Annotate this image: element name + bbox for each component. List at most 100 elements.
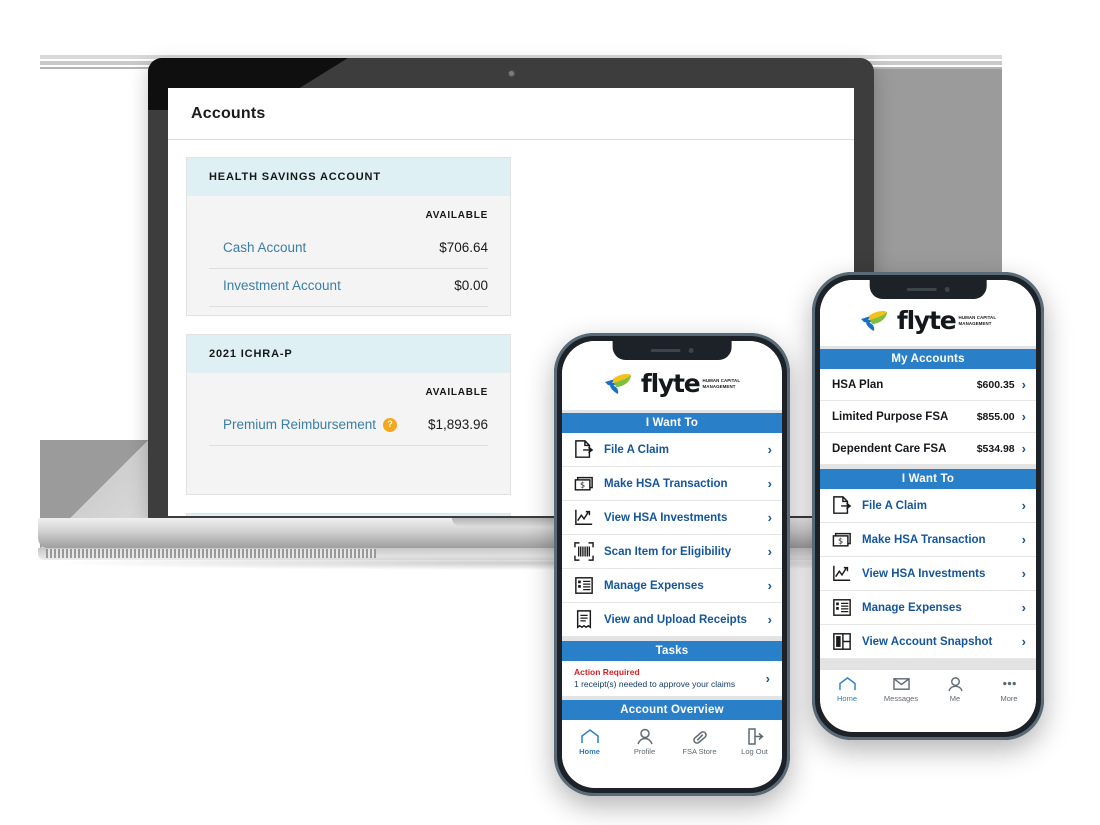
tab-log-out[interactable]: Log Out [727,728,782,756]
speaker-icon [906,288,937,291]
section-header-account-overview: Account Overview [562,700,782,720]
account-row[interactable]: Investment Account $0.00 [209,269,488,307]
money-bill-icon: $ [574,474,594,493]
front-camera-icon [688,348,694,353]
phone-right-notch [869,280,987,299]
help-icon[interactable]: ? [383,417,398,432]
chevron-right-icon: › [767,476,772,491]
menu-item-file-a-claim[interactable]: File A Claim › [820,489,1036,523]
accounts-page-header: Accounts [168,88,854,140]
account-card-title: HEALTH SAVINGS ACCOUNT [209,171,381,183]
account-name-link[interactable]: Investment Account [209,278,341,293]
menu-item-label: Scan Item for Eligibility [604,545,732,558]
tab-label: FSA Store [682,747,717,756]
person-icon [947,677,963,692]
account-card-title: 2021 ICHRA-P [209,348,293,360]
tab-profile[interactable]: Profile [617,728,672,756]
account-amount: $0.00 [454,278,488,293]
account-card-fsa[interactable]: 2021 FSA AVAILABLE Limited Health FSA ? … [186,513,511,516]
tab-more[interactable]: More [982,676,1036,703]
line-chart-icon [574,508,594,527]
phone-right: flyte HUMAN CAPITAL MANAGEMENT My Accoun… [812,272,1044,740]
account-row[interactable]: Cash Account $706.64 [209,231,488,269]
divider [820,659,1036,669]
account-list-item[interactable]: HSA Plan $600.35 › [820,369,1036,401]
laptop-webcam-icon [508,70,515,77]
receipt-icon [574,610,594,629]
account-name-link[interactable]: Premium Reimbursement ? [209,417,398,432]
menu-item-scan-item-for-eligibility[interactable]: Scan Item for Eligibility › [562,535,782,569]
pill-icon [692,731,707,744]
account-name-link[interactable]: Cash Account [209,240,306,255]
chevron-right-icon: › [765,670,770,686]
svg-text:$: $ [580,480,585,490]
menu-item-make-hsa-transaction[interactable]: $ Make HSA Transaction › [562,467,782,501]
hummingbird-logo-icon [860,310,887,331]
chevron-right-icon: › [1021,377,1026,392]
account-amount: $534.98 [976,442,1015,455]
menu-item-manage-expenses[interactable]: Manage Expenses › [820,591,1036,625]
menu-item-view-and-upload-receipts[interactable]: View and Upload Receipts › [562,603,782,637]
account-name: Limited Purpose FSA [832,410,949,423]
tab-label: Home [579,747,600,756]
file-claim-icon [574,440,594,459]
phone-right-tabbar: Home Messages Me More [820,669,1036,712]
tab-label: Me [949,694,961,703]
chevron-right-icon: › [767,442,772,457]
logo-tagline-line1: HUMAN CAPITAL [958,315,997,320]
section-header-tasks: Tasks [562,641,782,661]
section-header-i-want-to: I Want To [562,413,782,433]
ellipsis-icon [1002,681,1016,686]
menu-item-view-account-snapshot[interactable]: View Account Snapshot › [820,625,1036,659]
menu-item-label: Manage Expenses [604,579,704,592]
home-icon [838,677,856,691]
svg-text:$: $ [838,536,843,546]
tab-label: Log Out [741,747,768,756]
account-list-item[interactable]: Dependent Care FSA $534.98 › [820,433,1036,465]
account-row[interactable]: Premium Reimbursement ? $1,893.96 [209,408,488,446]
account-amount: $1,893.96 [427,417,488,432]
account-card-header: 2021 FSA [187,514,510,516]
menu-item-view-hsa-investments[interactable]: View HSA Investments › [562,501,782,535]
menu-item-label: Make HSA Transaction [604,477,728,490]
available-column-label: AVAILABLE [425,387,488,398]
menu-item-label: View HSA Investments [862,567,986,580]
account-name-text: Premium Reimbursement [223,417,377,432]
account-card-header: 2021 ICHRA-P [187,335,510,373]
menu-item-label: View Account Snapshot [862,635,993,648]
barcode-scan-icon [574,542,594,561]
account-card-body: AVAILABLE Cash Account $706.64 Investmen… [187,196,510,315]
chevron-right-icon: › [1021,532,1026,547]
menu-item-manage-expenses[interactable]: Manage Expenses › [562,569,782,603]
account-card-body: AVAILABLE Premium Reimbursement ? $1,893… [187,373,510,494]
menu-item-view-hsa-investments[interactable]: View HSA Investments › [820,557,1036,591]
account-list-item[interactable]: Limited Purpose FSA $855.00 › [820,401,1036,433]
task-item-action-required[interactable]: Action Required 1 receipt(s) needed to a… [562,661,782,696]
account-card-health-savings[interactable]: HEALTH SAVINGS ACCOUNT AVAILABLE Cash Ac… [186,157,511,316]
account-name: HSA Plan [832,378,884,391]
tab-label: Profile [633,747,656,756]
tab-me[interactable]: Me [928,676,982,703]
chevron-right-icon: › [1021,409,1026,424]
phone-right-screen: flyte HUMAN CAPITAL MANAGEMENT My Accoun… [820,280,1036,732]
tab-home[interactable]: Home [562,728,617,756]
menu-item-file-a-claim[interactable]: File A Claim › [562,433,782,467]
account-amount: $706.64 [439,240,488,255]
menu-item-label: File A Claim [862,499,927,512]
task-detail-text: 1 receipt(s) needed to approve your clai… [574,679,736,689]
snapshot-icon [832,632,852,651]
flyte-logo: flyte HUMAN CAPITAL MANAGEMENT [860,306,996,335]
account-card-ichra-p[interactable]: 2021 ICHRA-P AVAILABLE Premium Reimburse… [186,334,511,495]
line-chart-icon [832,564,852,583]
logo-tagline: HUMAN CAPITAL MANAGEMENT [703,378,741,389]
speaker-icon [650,349,681,352]
tab-home[interactable]: Home [820,676,874,703]
front-camera-icon [944,287,950,292]
menu-item-make-hsa-transaction[interactable]: $ Make HSA Transaction › [820,523,1036,557]
phone-center: flyte HUMAN CAPITAL MANAGEMENT I Want To… [554,333,790,796]
account-name: Dependent Care FSA [832,442,947,455]
chevron-right-icon: › [767,544,772,559]
logo-wordmark: flyte [640,369,701,398]
tab-messages[interactable]: Messages [874,676,928,703]
tab-fsa-store[interactable]: FSA Store [672,728,727,756]
